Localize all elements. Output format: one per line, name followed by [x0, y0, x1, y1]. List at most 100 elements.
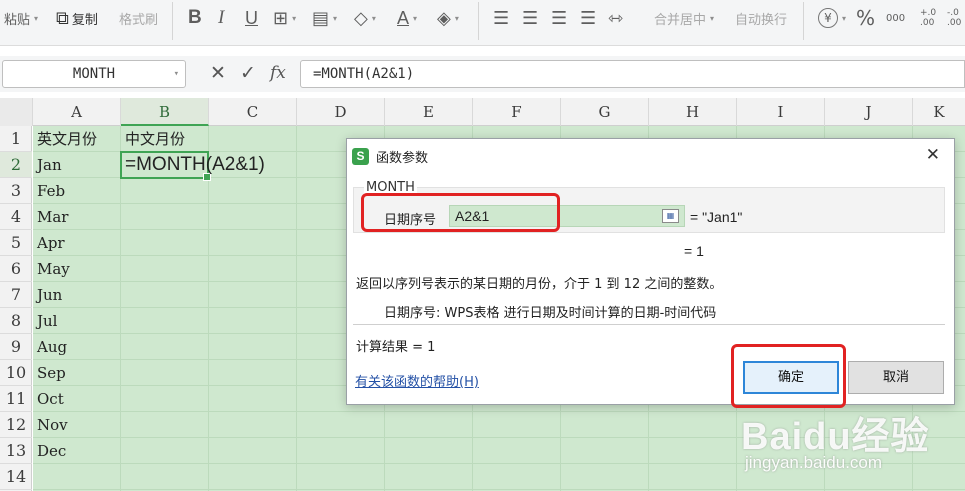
column-headers: A B C D E F G H I J K	[0, 98, 965, 126]
wrap-text-button[interactable]: 自动换行	[735, 0, 787, 36]
chevron-down-icon: ▾	[413, 13, 418, 23]
justify-button[interactable]: ☰	[580, 0, 596, 36]
column-header-g[interactable]: G	[561, 98, 649, 126]
row-header[interactable]: 4	[0, 204, 32, 230]
column-header-a[interactable]: A	[33, 98, 121, 126]
align-right-button[interactable]: ☰	[551, 0, 567, 36]
fill-color-button[interactable]: ◇ ▾	[354, 0, 376, 36]
align-center-button[interactable]: ☰	[522, 0, 538, 36]
range-picker-icon[interactable]: ▦	[662, 209, 679, 223]
cell-a11[interactable]: Oct	[33, 386, 121, 412]
cell-a8[interactable]: Jul	[33, 308, 121, 334]
column-header-i[interactable]: I	[737, 98, 825, 126]
increase-decimal-button[interactable]: +.0 .00	[920, 0, 940, 36]
cancel-edit-icon[interactable]: ✕	[210, 62, 226, 84]
chevron-down-icon: ▾	[292, 13, 297, 23]
copy-label: 复制	[71, 12, 98, 28]
row-header[interactable]: 11	[0, 386, 32, 412]
cell-b1[interactable]: 中文月份	[121, 126, 241, 152]
column-header-e[interactable]: E	[385, 98, 473, 126]
underline-button[interactable]: U	[245, 0, 258, 36]
function-result-inline: = 1	[684, 243, 704, 259]
cell-a4[interactable]: Mar	[33, 204, 121, 230]
cell-a2[interactable]: Jan	[33, 152, 121, 178]
select-all-corner[interactable]	[0, 98, 33, 126]
borders-button[interactable]: ⊞ ▾	[273, 0, 296, 36]
row-header[interactable]: 3	[0, 178, 32, 204]
row-header[interactable]: 10	[0, 360, 32, 386]
chevron-down-icon: ▾	[454, 13, 459, 23]
row-header[interactable]: 13	[0, 438, 32, 464]
cell-a13[interactable]: Dec	[33, 438, 121, 464]
formula-text: =MONTH(A2&1)	[313, 66, 415, 82]
cancel-button[interactable]: 取消	[848, 361, 944, 394]
font-color-button[interactable]: A ▾	[397, 0, 417, 36]
cell-a10[interactable]: Sep	[33, 360, 121, 386]
confirm-edit-icon[interactable]: ✓	[240, 62, 256, 84]
distribute-button[interactable]: ⇿	[608, 0, 623, 36]
name-box-value: MONTH	[72, 66, 116, 82]
cell-b2-editor[interactable]: =MONTH(A2&1)	[125, 152, 265, 178]
currency-icon: ¥	[818, 8, 838, 28]
merge-center-button[interactable]: 合并居中 ▾	[654, 0, 714, 36]
row-header[interactable]: 14	[0, 464, 32, 490]
ribbon-divider	[172, 2, 173, 40]
dialog-divider	[353, 324, 945, 325]
ribbon-divider	[803, 2, 804, 40]
grid-line	[296, 126, 297, 491]
row-header[interactable]: 2	[0, 152, 32, 178]
name-box[interactable]: MONTH ▾	[2, 60, 186, 88]
cell-style-icon: ▤	[312, 7, 330, 29]
cell-a7[interactable]: Jun	[33, 282, 121, 308]
function-help-link[interactable]: 有关该函数的帮助(H)	[355, 371, 479, 390]
cell-a9[interactable]: Aug	[33, 334, 121, 360]
wps-logo-icon: S	[352, 147, 369, 165]
column-header-f[interactable]: F	[473, 98, 561, 126]
cell-a5[interactable]: Apr	[33, 230, 121, 256]
dialog-title-bar[interactable]: S 函数参数 ✕	[347, 139, 954, 173]
argument-result: = "Jan1"	[690, 209, 743, 225]
clear-button[interactable]: ◈ ▾	[437, 0, 459, 36]
row-header[interactable]: 8	[0, 308, 32, 334]
thousands-button[interactable]: 000	[886, 0, 905, 36]
align-left-icon: ☰	[493, 7, 510, 29]
row-header[interactable]: 1	[0, 126, 32, 152]
italic-button[interactable]: I	[218, 0, 224, 36]
chevron-down-icon: ▾	[173, 69, 179, 79]
column-header-k[interactable]: K	[913, 98, 965, 126]
copy-icon: ⧉	[56, 7, 69, 29]
chevron-down-icon: ▾	[371, 13, 376, 23]
currency-button[interactable]: ¥ ▾	[818, 0, 846, 36]
cell-a12[interactable]: Nov	[33, 412, 121, 438]
copy-button[interactable]: ⧉ 复制	[56, 0, 98, 36]
column-header-j[interactable]: J	[825, 98, 913, 126]
paste-button[interactable]: 粘贴 ▾	[4, 0, 38, 36]
cell-a3[interactable]: Feb	[33, 178, 121, 204]
bold-button[interactable]: B	[188, 0, 202, 36]
column-header-h[interactable]: H	[649, 98, 737, 126]
close-icon[interactable]: ✕	[926, 146, 940, 164]
row-header[interactable]: 5	[0, 230, 32, 256]
row-header[interactable]: 12	[0, 412, 32, 438]
row-header[interactable]: 6	[0, 256, 32, 282]
percent-button[interactable]: %	[856, 0, 875, 36]
column-header-b[interactable]: B	[121, 98, 209, 126]
align-left-button[interactable]: ☰	[493, 0, 509, 36]
decrease-decimal-button[interactable]: -.0 .00	[947, 0, 965, 36]
paint-bucket-icon: ◇	[354, 7, 368, 29]
chevron-down-icon: ▾	[333, 13, 338, 23]
format-painter-button[interactable]: 格式刷	[119, 0, 158, 36]
row-header[interactable]: 9	[0, 334, 32, 360]
column-header-d[interactable]: D	[297, 98, 385, 126]
calculation-result: 计算结果 = 1	[356, 340, 436, 355]
insert-function-icon[interactable]: fx	[270, 63, 286, 83]
cell-a1[interactable]: 英文月份	[33, 126, 121, 152]
cell-style-button[interactable]: ▤ ▾	[312, 0, 337, 36]
row-header[interactable]: 7	[0, 282, 32, 308]
font-color-icon: A	[397, 7, 410, 28]
function-description: 返回以序列号表示的某日期的月份，介于 1 到 12 之间的整数。	[356, 277, 723, 292]
justify-icon: ☰	[580, 7, 597, 29]
cell-a6[interactable]: May	[33, 256, 121, 282]
column-header-c[interactable]: C	[209, 98, 297, 126]
formula-input[interactable]: =MONTH(A2&1)	[300, 60, 965, 88]
